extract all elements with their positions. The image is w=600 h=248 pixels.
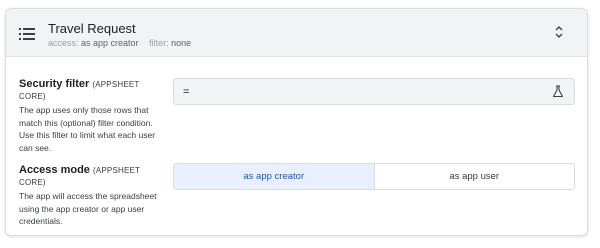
access-key: access: [48, 38, 79, 48]
unfold-icon[interactable] [554, 25, 564, 39]
access-mode-heading: Access mode [19, 164, 90, 176]
access-mode-description: The app will access the spreadsheet usin… [19, 191, 157, 226]
card-header[interactable]: Travel Request access: as app creator fi… [6, 9, 587, 57]
flask-icon[interactable] [552, 85, 564, 98]
security-filter-heading: Security filter [19, 78, 90, 90]
security-filter-label: Security filter (APPSHEET CORE) The app … [19, 78, 164, 154]
list-icon [19, 28, 35, 40]
table-title: Travel Request [48, 21, 136, 36]
access-mode-title: Access mode (APPSHEET CORE) [19, 164, 164, 188]
security-filter-title: Security filter (APPSHEET CORE) [19, 78, 164, 102]
access-mode-toggle: as app creator as app user [173, 163, 575, 190]
table-settings-card: Travel Request access: as app creator fi… [5, 8, 588, 236]
filter-key: filter: [149, 38, 169, 48]
security-filter-input[interactable]: = [173, 78, 575, 105]
access-mode-label: Access mode (APPSHEET CORE) The app will… [19, 164, 164, 228]
table-summary: access: as app creator filter: none [48, 38, 191, 48]
access-value: as app creator [81, 38, 139, 48]
filter-value: none [171, 38, 192, 48]
security-filter-description: The app uses only those rows that match … [19, 105, 156, 153]
as-app-user-button[interactable]: as app user [375, 164, 575, 189]
as-app-creator-button[interactable]: as app creator [174, 164, 375, 189]
security-filter-expression[interactable]: = [183, 86, 189, 98]
